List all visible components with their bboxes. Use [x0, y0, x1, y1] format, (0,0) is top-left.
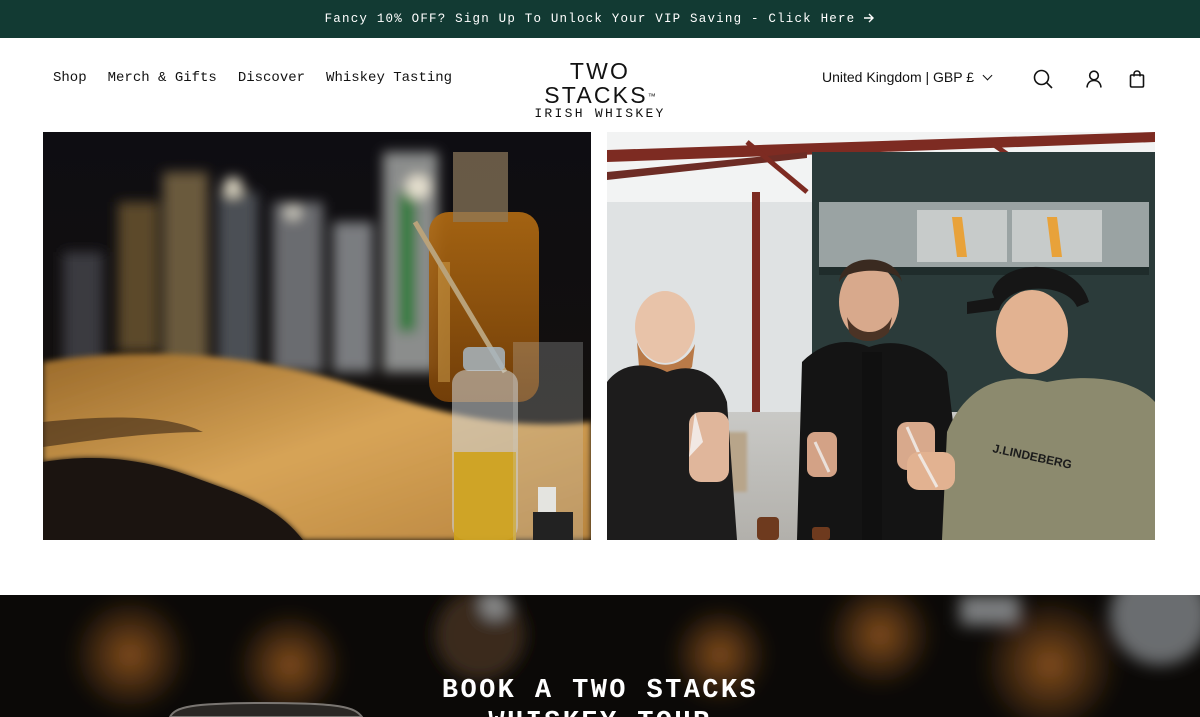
country-label: United Kingdom | GBP £: [822, 69, 975, 85]
cart-icon[interactable]: [1126, 68, 1148, 90]
nav-item-merch-gifts[interactable]: Merch & Gifts: [108, 70, 217, 86]
search-icon[interactable]: [1032, 68, 1054, 90]
arrow-right-icon: [863, 12, 875, 27]
tour-banner[interactable]: BOOK A TWO STACKS WHISKEY TOUR: [0, 595, 1200, 717]
chevron-down-icon: [982, 70, 993, 80]
nav-item-shop[interactable]: Shop: [53, 70, 87, 86]
site-header: Shop Merch & Gifts Discover Whiskey Tast…: [0, 38, 1200, 121]
nav-item-whiskey-tasting[interactable]: Whiskey Tasting: [326, 70, 452, 86]
brand-logo[interactable]: TWO STACKS™ IRISH WHISKEY: [518, 59, 682, 121]
banner-title-line2: WHISKEY TOUR: [0, 707, 1200, 717]
logo-line2: IRISH WHISKEY: [534, 106, 666, 121]
account-icon[interactable]: [1083, 68, 1105, 90]
banner-title: BOOK A TWO STACKS WHISKEY TOUR: [0, 675, 1200, 717]
distillery-tasting-photo[interactable]: J.LINDEBERG: [607, 132, 1155, 540]
whiskey-glasses-photo[interactable]: [43, 132, 591, 540]
main-nav: Shop Merch & Gifts Discover Whiskey Tast…: [53, 70, 452, 86]
nav-item-discover[interactable]: Discover: [238, 70, 305, 86]
announcement-text[interactable]: Fancy 10% OFF? Sign Up To Unlock Your VI…: [325, 12, 856, 26]
announcement-bar[interactable]: Fancy 10% OFF? Sign Up To Unlock Your VI…: [0, 0, 1200, 38]
logo-line1: TWO STACKS™: [544, 58, 656, 108]
country-selector[interactable]: United Kingdom | GBP £: [822, 69, 993, 85]
banner-title-line1: BOOK A TWO STACKS: [441, 676, 759, 706]
